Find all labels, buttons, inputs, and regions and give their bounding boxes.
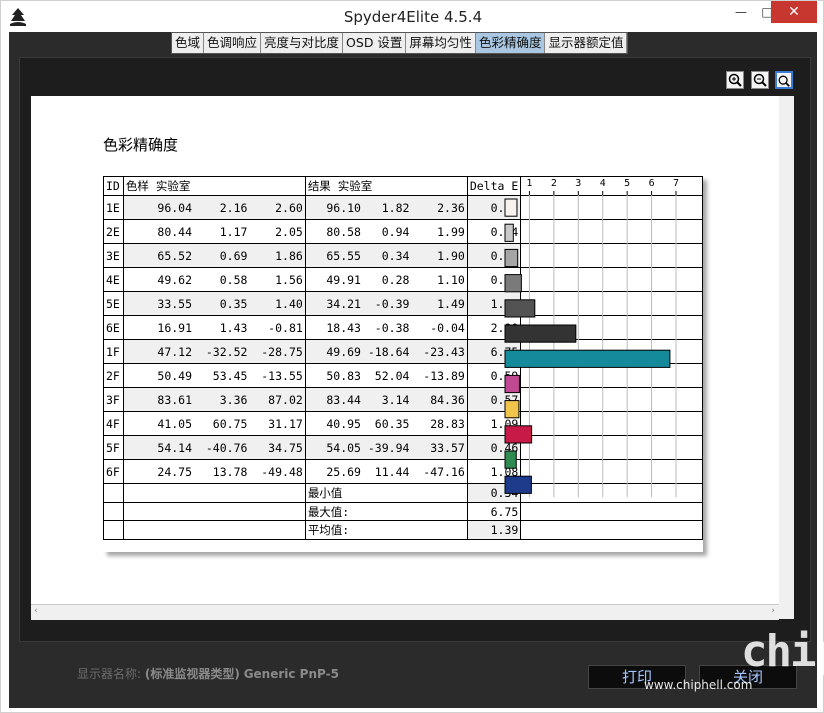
sample-lab-values: 50.49 53.45 -13.55: [122, 363, 306, 388]
tab-uniformity[interactable]: 屏幕均匀性: [406, 33, 476, 53]
result-lab-values: 65.55 0.34 1.90: [304, 243, 468, 268]
tab-monitor-rating[interactable]: 显示器额定值: [545, 33, 628, 53]
sample-lab-values: 41.05 60.75 31.17: [122, 411, 306, 436]
tab-bar: 色域 色调响应 亮度与对比度 OSD 设置 屏幕均匀性 色彩精确度 显示器额定值: [171, 32, 629, 54]
summary-blank: [122, 483, 306, 503]
scroll-left-icon[interactable]: ‹: [34, 606, 38, 616]
row-id: 2E: [103, 219, 124, 244]
delta-e-bar-chart: 1 2 3 4 5 6 7: [504, 178, 679, 498]
tab-osd-settings[interactable]: OSD 设置: [343, 33, 407, 53]
display-name-type: (标准监视器类型): [144, 667, 240, 681]
row-id: 6F: [103, 459, 124, 484]
result-lab-values: 18.43 -0.38 -0.04: [304, 315, 468, 340]
tab-color-accuracy[interactable]: 色彩精确度: [475, 33, 546, 53]
scroll-right-icon[interactable]: ›: [771, 606, 775, 616]
summary-blank: [122, 520, 306, 541]
sample-lab-values: 65.52 0.69 1.86: [122, 243, 306, 268]
result-lab-values: 83.44 3.14 84.36: [304, 387, 468, 412]
delta-e-bar-6F: [504, 475, 532, 494]
sample-lab-values: 47.12 -32.52 -28.75: [122, 339, 306, 364]
delta-e-bar-2E: [504, 223, 514, 242]
tab-gamut[interactable]: 色域: [172, 33, 205, 53]
sample-lab-values: 54.14 -40.76 34.75: [122, 435, 306, 460]
result-lab-values: 50.83 52.04 -13.89: [304, 363, 468, 388]
x-tick-label: 2: [551, 178, 557, 189]
result-lab-values: 40.95 60.35 28.83: [304, 411, 468, 436]
summary-blank: [103, 483, 124, 503]
display-name-prefix: 显示器名称:: [77, 667, 142, 681]
summary-blank: [103, 520, 124, 541]
x-tick-label: 4: [600, 178, 606, 189]
col-header-result: 结果 实验室: [304, 176, 468, 196]
sample-lab-values: 16.91 1.43 -0.81: [122, 315, 306, 340]
tab-tone-response[interactable]: 色调响应: [204, 33, 262, 53]
horizontal-scrollbar[interactable]: ‹ ›: [31, 604, 779, 620]
summary-blank: [122, 501, 306, 522]
report-title: 色彩精确度: [103, 136, 179, 154]
zoom-fit-icon[interactable]: [775, 71, 793, 89]
sample-lab-values: 83.61 3.36 87.02: [122, 387, 306, 412]
sample-lab-values: 49.62 0.58 1.56: [122, 267, 306, 292]
display-name-label: 显示器名称: (标准监视器类型) Generic PnP-5: [77, 665, 339, 682]
result-lab-values: 49.69 -18.64 -23.43: [304, 339, 468, 364]
chiphell-watermark-url: www.chiphell.com: [644, 678, 753, 692]
delta-e-bar-3E: [504, 248, 519, 268]
result-lab-values: 54.05 -39.94 33.57: [304, 435, 468, 460]
delta-e-bar-1E: [504, 198, 518, 217]
result-lab-values: 49.91 0.28 1.10: [304, 267, 468, 292]
zoom-out-icon[interactable]: [751, 71, 769, 89]
tab-brightness-contrast[interactable]: 亮度与对比度: [261, 33, 344, 53]
x-tick-label: 7: [673, 178, 679, 189]
row-id: 3E: [103, 243, 124, 268]
sample-lab-values: 24.75 13.78 -49.48: [122, 459, 306, 484]
zoom-in-icon[interactable]: [726, 71, 744, 89]
result-lab-values: 34.21 -0.39 1.49: [304, 291, 468, 316]
row-id: 6E: [103, 315, 124, 340]
chiphell-watermark-logo: chip: [741, 626, 824, 677]
delta-e-bar-5F: [504, 450, 517, 469]
sample-lab-values: 80.44 1.17 2.05: [122, 219, 306, 244]
row-id: 2F: [103, 363, 124, 388]
summary-label: 最小值: [304, 483, 468, 503]
result-lab-values: 80.58 0.94 1.99: [304, 219, 468, 244]
app-window: Spyder4Elite 4.5.4 — □ ✕ 色域 色调响应 亮度与对比度 …: [0, 0, 824, 713]
col-header-id: ID: [103, 176, 124, 196]
display-name-value: Generic PnP-5: [243, 667, 339, 681]
delta-e-bar-4F: [504, 425, 533, 444]
delta-e-bar-4E: [504, 274, 522, 293]
row-id: 5F: [103, 435, 124, 460]
x-tick-label: 3: [575, 178, 581, 189]
vertical-scrollbar[interactable]: [779, 96, 794, 619]
row-id: 4E: [103, 267, 124, 292]
x-tick-label: 6: [649, 178, 655, 189]
row-id: 5E: [103, 291, 124, 316]
delta-e-bar-2F: [504, 374, 520, 394]
x-tick-label: 5: [624, 178, 630, 189]
summary-label: 最大值:: [304, 501, 468, 522]
sample-lab-values: 96.04 2.16 2.60: [122, 195, 306, 220]
result-lab-values: 25.69 11.44 -47.16: [304, 459, 468, 484]
delta-e-bar-5E: [504, 299, 536, 318]
delta-e-bar-6E: [504, 324, 577, 343]
x-tick-label: 1: [526, 178, 532, 189]
minimize-button[interactable]: —: [728, 1, 754, 23]
summary-label: 平均值:: [304, 520, 468, 541]
delta-e-bar-3F: [504, 400, 520, 419]
color-accuracy-table: ID 色样 实验室 结果 实验室 Delta E 1E 96.04 2.16 2…: [103, 176, 703, 552]
summary-blank: [103, 501, 124, 522]
row-id: 1E: [103, 195, 124, 220]
delta-e-bar-1F: [504, 349, 671, 368]
row-id: 1F: [103, 339, 124, 364]
sample-lab-values: 33.55 0.35 1.40: [122, 291, 306, 316]
result-lab-values: 96.10 1.82 2.36: [304, 195, 468, 220]
col-header-sample: 色样 实验室: [122, 176, 306, 196]
window-title: Spyder4Elite 4.5.4: [343, 8, 483, 26]
row-id: 4F: [103, 411, 124, 436]
close-window-button[interactable]: ✕: [771, 1, 817, 23]
row-id: 3F: [103, 387, 124, 412]
